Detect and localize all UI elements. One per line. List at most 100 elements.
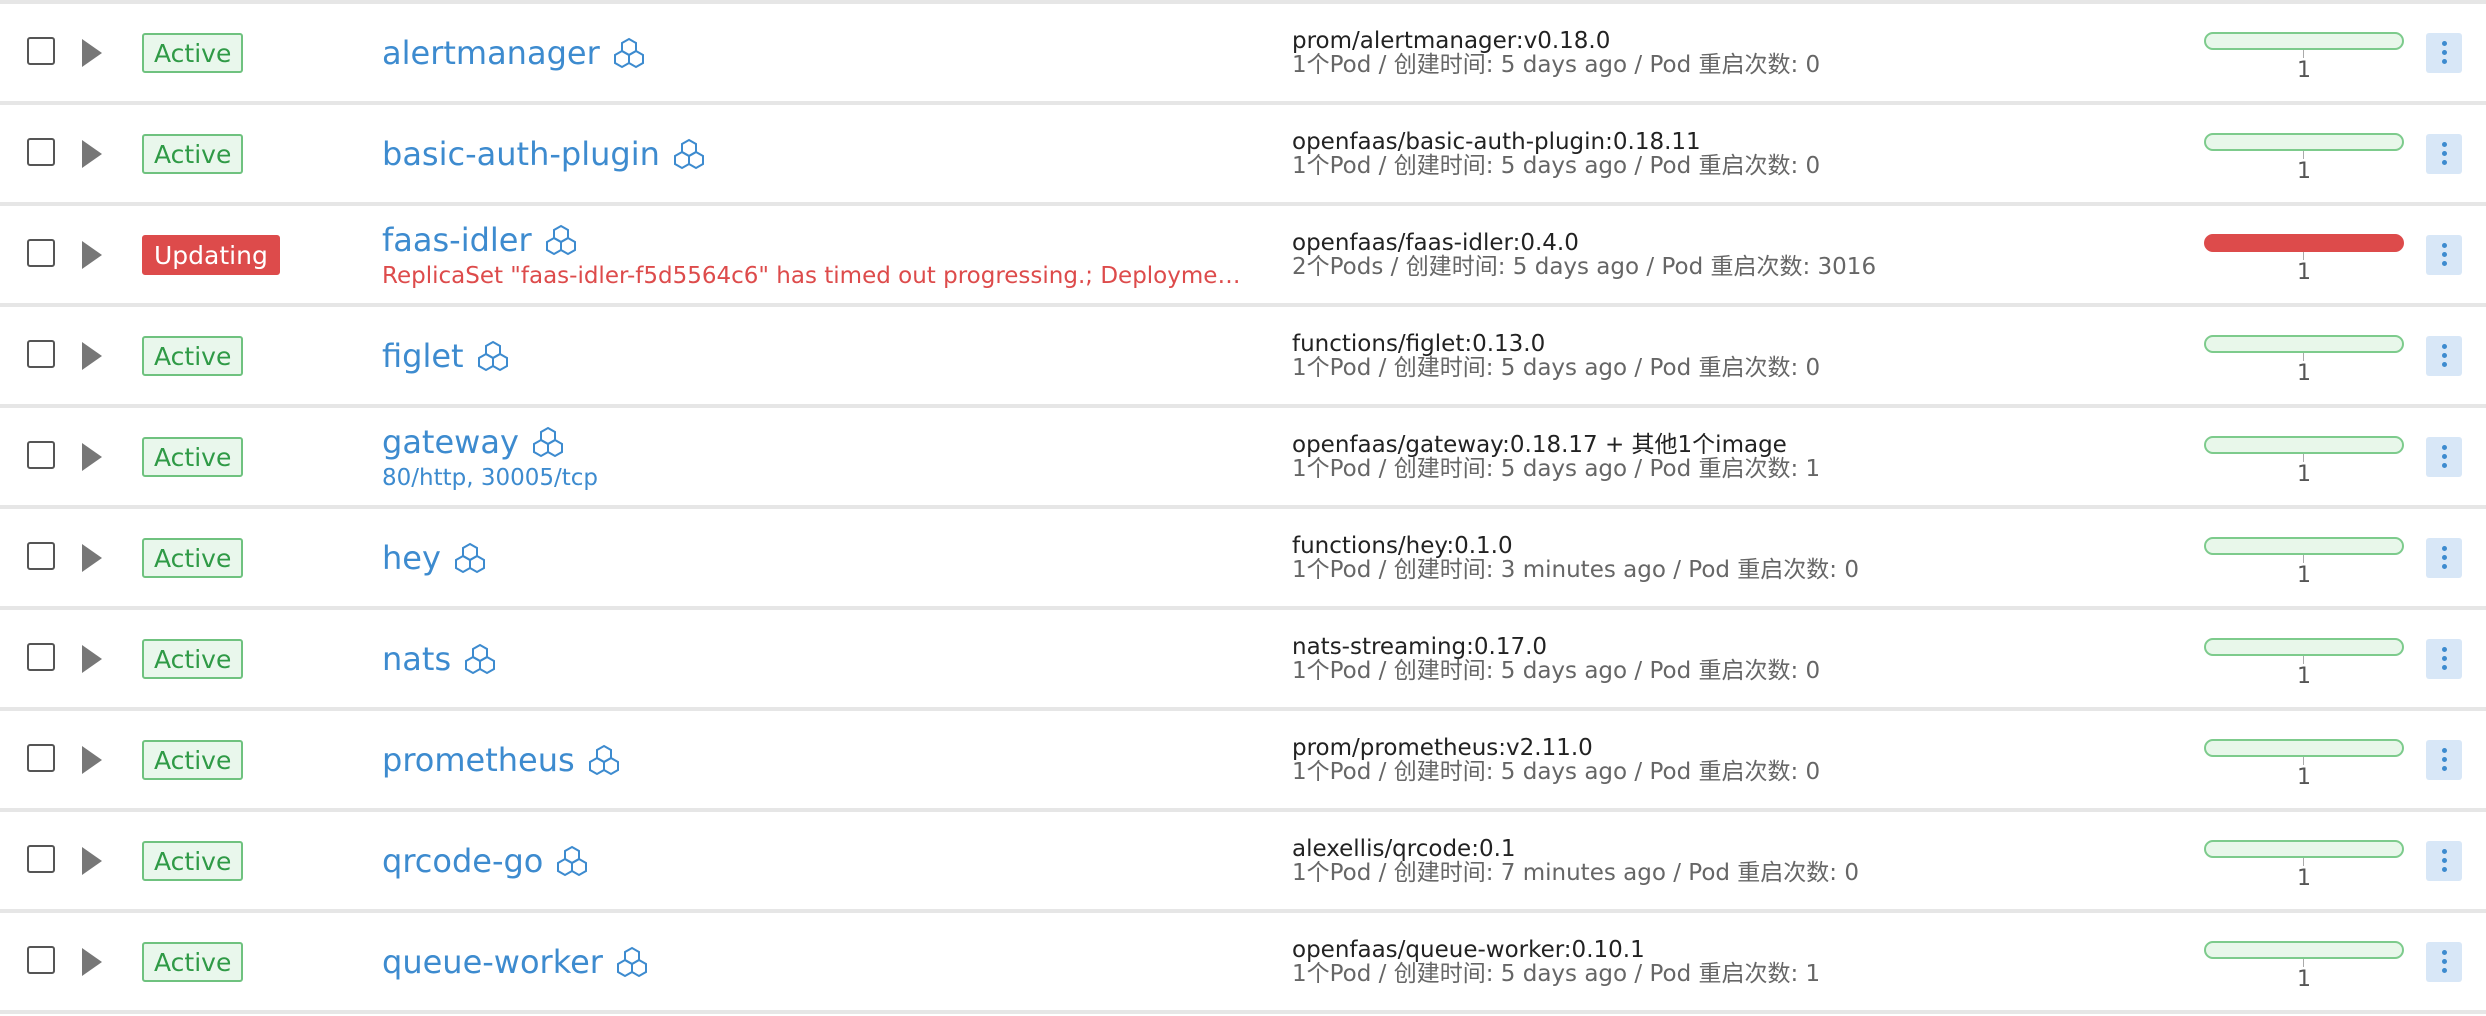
name-line: alertmanager [382, 34, 646, 72]
menu-dot [2441, 41, 2447, 46]
pod-meta: 1个Pod / 创建时间: 3 minutes ago / Pod 重启次数: … [1292, 556, 1860, 583]
workload-name-cell: nats [382, 610, 1262, 707]
expand-icon[interactable] [82, 442, 102, 471]
table-row[interactable]: Active queue-worker openfaas/queue-worke… [0, 913, 2486, 1014]
status-badge: Active [142, 133, 244, 174]
workload-name-cell: basic-auth-plugin [382, 105, 1262, 202]
expand-icon[interactable] [82, 846, 102, 875]
workload-name-link[interactable]: queue-worker [382, 943, 603, 981]
row-actions-menu-button[interactable] [2426, 840, 2462, 881]
scale-tick [2303, 252, 2304, 260]
row-checkbox[interactable] [27, 440, 55, 469]
menu-dot [2441, 362, 2447, 367]
menu-dot [2441, 160, 2447, 165]
workload-info: openfaas/faas-idler:0.4.0 2个Pods / 创建时间:… [1292, 206, 1876, 303]
row-checkbox[interactable] [27, 541, 55, 570]
row-checkbox[interactable] [27, 844, 55, 873]
workload-name-link[interactable]: gateway [382, 423, 519, 461]
row-actions-menu-button[interactable] [2426, 638, 2462, 679]
scale-bar [2204, 840, 2404, 858]
pod-meta: 1个Pod / 创建时间: 5 days ago / Pod 重启次数: 1 [1292, 455, 1821, 482]
expand-icon[interactable] [82, 644, 102, 673]
row-actions-menu-button[interactable] [2426, 739, 2462, 780]
row-actions-menu-button[interactable] [2426, 335, 2462, 376]
table-row[interactable]: Updating faas-idler ReplicaSet "faas-idl… [0, 206, 2486, 307]
status-badge: Active [142, 335, 244, 376]
row-checkbox[interactable] [27, 137, 55, 166]
scale-bar [2204, 537, 2404, 555]
table-row[interactable]: Active figlet functions/figlet:0.13.0 1个… [0, 307, 2486, 408]
row-actions-menu-button[interactable] [2426, 32, 2462, 73]
row-checkbox[interactable] [27, 36, 55, 65]
table-row[interactable]: Active qrcode-go alexellis/qrcode:0.1 1个… [0, 812, 2486, 913]
scale-indicator: 1 [2204, 509, 2404, 606]
expand-icon[interactable] [82, 240, 102, 269]
menu-dot [2441, 748, 2447, 753]
row-actions-menu-button[interactable] [2426, 234, 2462, 275]
scale-count: 1 [2297, 765, 2311, 790]
workload-name-link[interactable]: nats [382, 640, 451, 678]
table-row[interactable]: Active nats nats-streaming:0.17.0 1个Pod … [0, 610, 2486, 711]
image-name: prom/prometheus:v2.11.0 [1292, 734, 1593, 761]
menu-dot [2441, 344, 2447, 349]
scale-count: 1 [2297, 159, 2311, 184]
table-row[interactable]: Active gateway 80/http, 30005/tcp openfa [0, 408, 2486, 509]
menu-dot [2441, 959, 2447, 964]
image-name: openfaas/faas-idler:0.4.0 [1292, 229, 1579, 256]
scale-count: 1 [2297, 361, 2311, 386]
expand-icon[interactable] [82, 38, 102, 67]
workload-cluster-icon [476, 339, 510, 373]
name-line: basic-auth-plugin [382, 135, 706, 173]
name-line: hey [382, 539, 487, 577]
expand-icon[interactable] [82, 139, 102, 168]
table-row[interactable]: Active alertmanager prom/alertmanager:v0… [0, 0, 2486, 105]
status-badge: Active [142, 941, 244, 982]
row-checkbox[interactable] [27, 945, 55, 974]
workload-info: prom/prometheus:v2.11.0 1个Pod / 创建时间: 5 … [1292, 711, 1820, 808]
image-name: functions/hey:0.1.0 [1292, 532, 1513, 559]
workload-name-link[interactable]: faas-idler [382, 221, 532, 259]
workload-name-link[interactable]: figlet [382, 337, 464, 375]
scale-bar [2204, 133, 2404, 151]
workload-name-link[interactable]: prometheus [382, 741, 575, 779]
expand-icon[interactable] [82, 745, 102, 774]
expand-icon[interactable] [82, 947, 102, 976]
workload-cluster-icon [672, 137, 706, 171]
row-checkbox[interactable] [27, 238, 55, 267]
status-badge: Active [142, 537, 244, 578]
row-checkbox[interactable] [27, 339, 55, 368]
expand-icon[interactable] [82, 341, 102, 370]
menu-dot [2441, 968, 2447, 973]
scale-indicator: 1 [2204, 913, 2404, 1010]
status-badge: Updating [142, 234, 280, 275]
pod-meta: 1个Pod / 创建时间: 5 days ago / Pod 重启次数: 1 [1292, 960, 1821, 987]
workload-cluster-icon [555, 844, 589, 878]
name-line: gateway [382, 423, 1262, 461]
workload-name-cell: figlet [382, 307, 1262, 404]
scale-bar [2204, 739, 2404, 757]
table-row[interactable]: Active hey functions/hey:0.1.0 1个Pod / 创… [0, 509, 2486, 610]
name-line: nats [382, 640, 497, 678]
table-row[interactable]: Active basic-auth-plugin openfaas/basic-… [0, 105, 2486, 206]
workload-name-link[interactable]: hey [382, 539, 441, 577]
row-checkbox[interactable] [27, 743, 55, 772]
row-actions-menu-button[interactable] [2426, 436, 2462, 477]
table-row[interactable]: Active prometheus prom/prometheus:v2.11.… [0, 711, 2486, 812]
workload-info: functions/hey:0.1.0 1个Pod / 创建时间: 3 minu… [1292, 509, 1859, 606]
row-actions-menu-button[interactable] [2426, 133, 2462, 174]
workload-name-link[interactable]: basic-auth-plugin [382, 135, 660, 173]
name-line: faas-idler [382, 221, 1262, 259]
scale-tick [2303, 151, 2304, 159]
workload-name-cell: alertmanager [382, 4, 1262, 101]
scale-count: 1 [2297, 563, 2311, 588]
workload-name-link[interactable]: alertmanager [382, 34, 600, 72]
scale-tick [2303, 50, 2304, 58]
menu-dot [2441, 766, 2447, 771]
row-actions-menu-button[interactable] [2426, 941, 2462, 982]
menu-dot [2441, 564, 2447, 569]
row-checkbox[interactable] [27, 642, 55, 671]
scale-indicator: 1 [2204, 307, 2404, 404]
expand-icon[interactable] [82, 543, 102, 572]
workload-name-link[interactable]: qrcode-go [382, 842, 543, 880]
row-actions-menu-button[interactable] [2426, 537, 2462, 578]
